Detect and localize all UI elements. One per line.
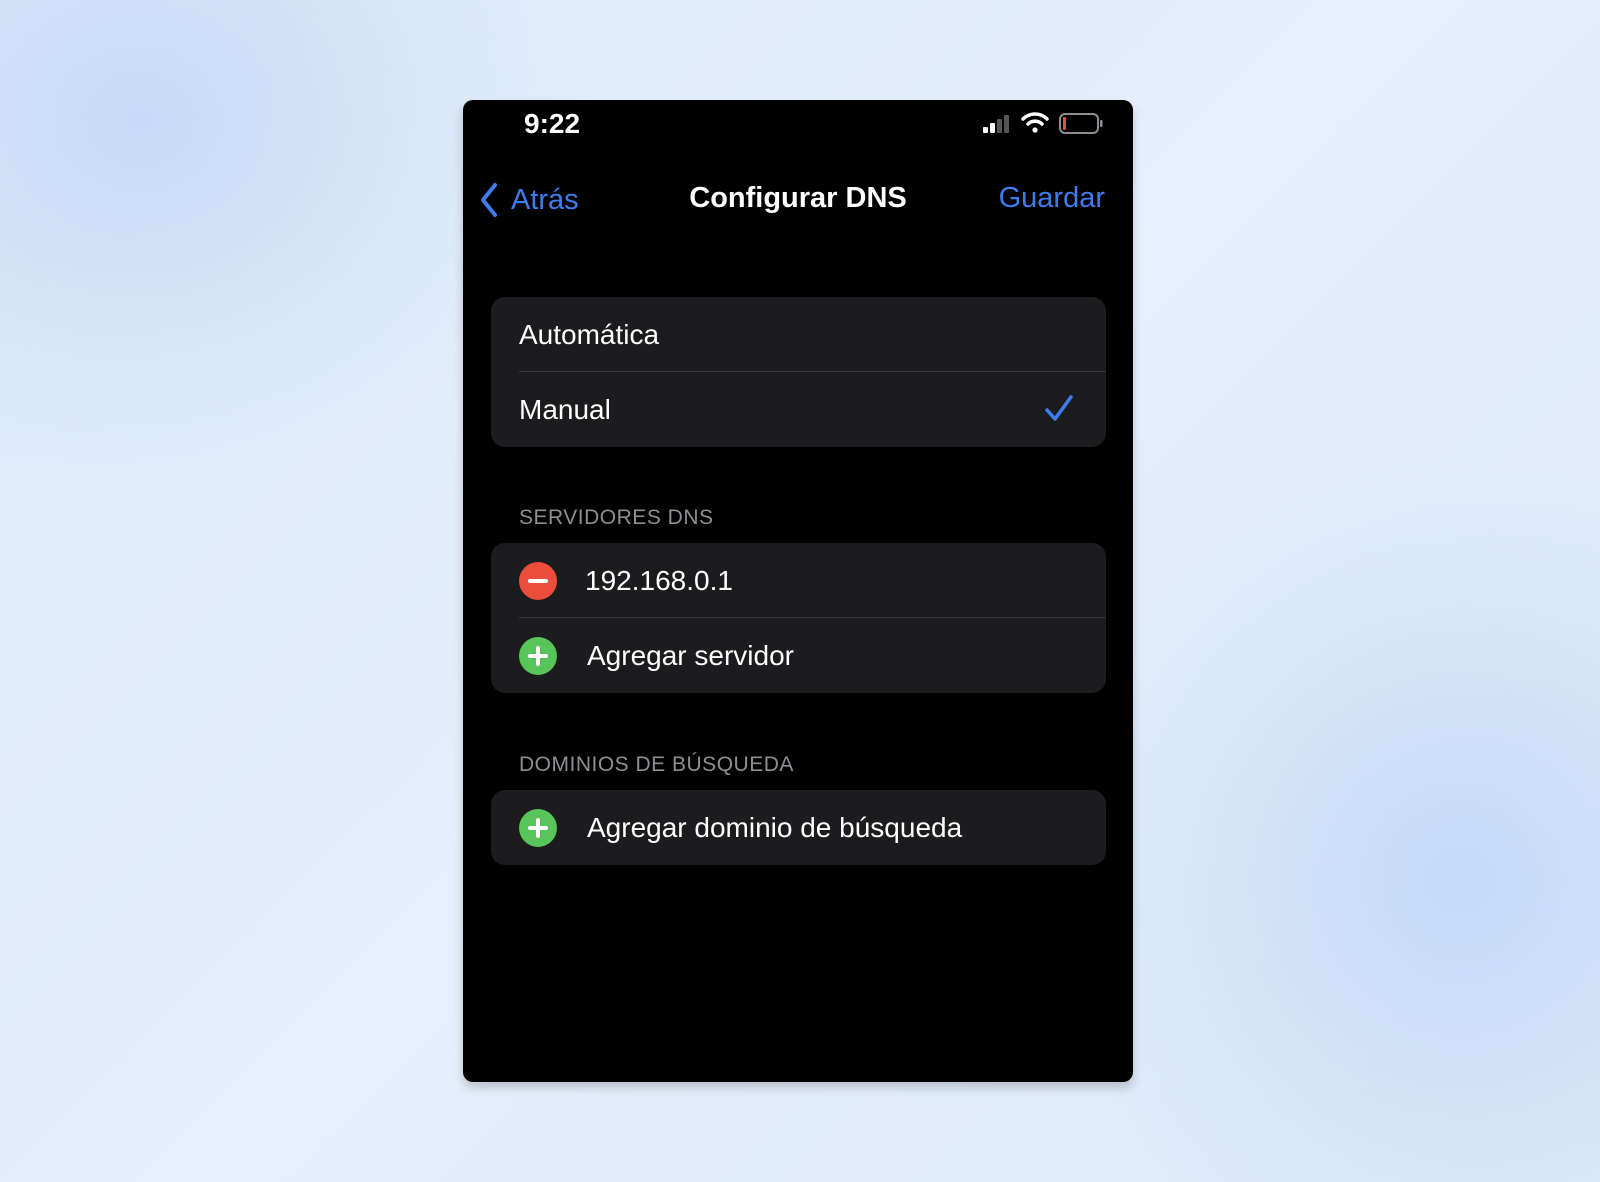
mode-option-manual[interactable]: Manual — [491, 372, 1106, 447]
add-server-button[interactable] — [519, 636, 557, 675]
save-button[interactable]: Guardar — [999, 182, 1105, 215]
status-time: 9:22 — [524, 108, 581, 139]
dns-mode-group: Automática Manual — [491, 297, 1106, 447]
status-icons — [943, 110, 1103, 140]
mode-option-automatic[interactable]: Automática — [491, 297, 1106, 372]
add-search-domain-row[interactable]: Agregar dominio de búsqueda — [491, 790, 1106, 865]
mode-option-label: Automática — [519, 318, 660, 350]
mode-option-label: Manual — [519, 393, 611, 425]
wifi-icon — [1021, 112, 1049, 133]
minus-icon — [528, 578, 548, 583]
battery-low-icon — [1059, 113, 1103, 134]
remove-server-button[interactable] — [519, 561, 557, 600]
checkmark-icon — [1045, 395, 1073, 421]
add-server-row[interactable]: Agregar servidor — [491, 618, 1106, 693]
dns-server-row[interactable]: 192.168.0.1 — [491, 543, 1106, 618]
search-domains-header: DOMINIOS DE BÚSQUEDA — [519, 753, 794, 776]
dns-servers-group: 192.168.0.1 Agregar servidor — [491, 543, 1106, 693]
search-domains-group: Agregar dominio de búsqueda — [491, 790, 1106, 865]
add-server-label: Agregar servidor — [587, 639, 794, 671]
dns-server-address[interactable]: 192.168.0.1 — [585, 565, 733, 597]
phone-screen: 9:22 Atrás Configurar DNS Guardar Automá… — [463, 100, 1133, 1082]
dns-servers-header: SERVIDORES DNS — [519, 506, 714, 529]
plus-icon — [528, 645, 548, 666]
cellular-signal-icon — [983, 115, 1009, 133]
add-search-domain-label: Agregar dominio de búsqueda — [587, 811, 963, 843]
plus-icon — [528, 817, 548, 838]
add-search-domain-button[interactable] — [519, 808, 557, 847]
